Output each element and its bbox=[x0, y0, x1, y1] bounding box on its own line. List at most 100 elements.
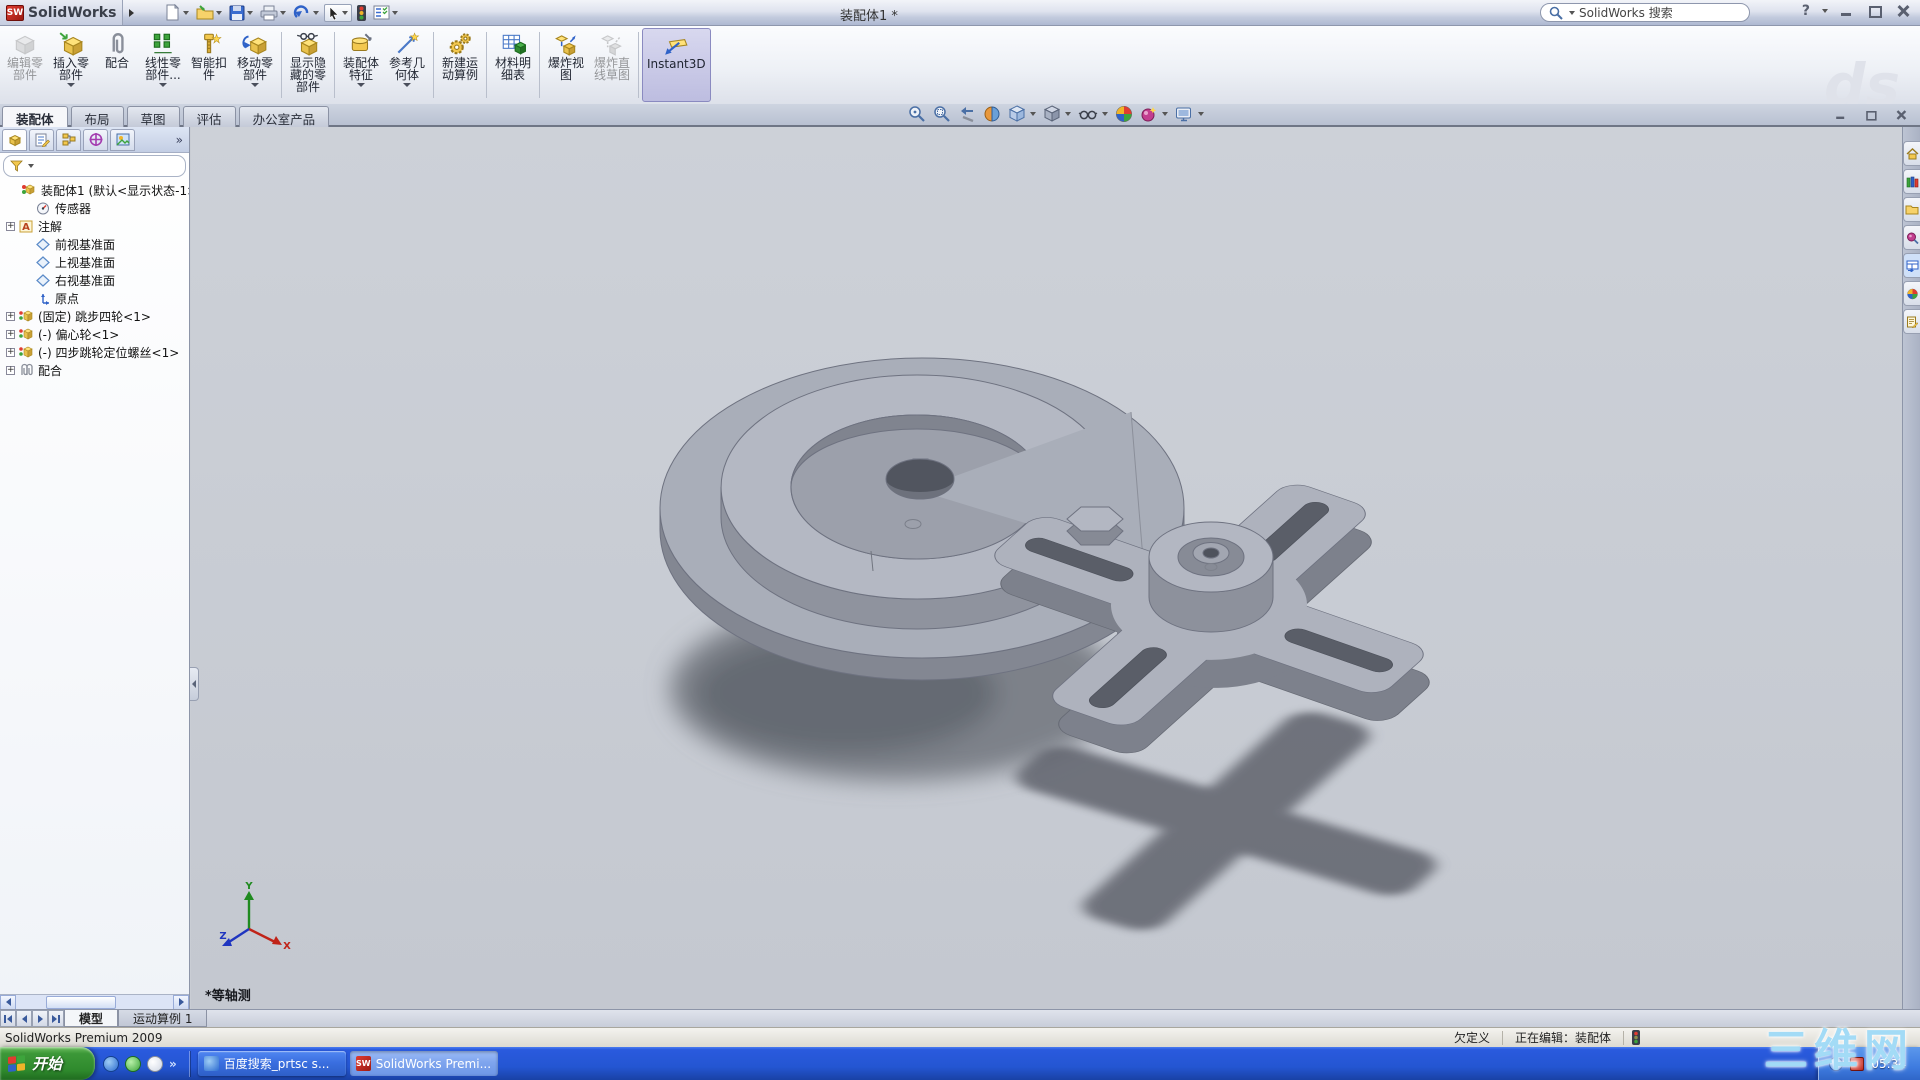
tree-item-origin[interactable]: 原点 bbox=[0, 289, 189, 307]
ribbon-mate-button[interactable]: 配合 bbox=[94, 28, 140, 102]
ribbon-reference-geometry-button[interactable]: 参考几何体 bbox=[384, 28, 430, 102]
tree-item-assembly-root[interactable]: 装配体1 (默认<显示状态-1>) bbox=[0, 181, 189, 199]
taskbar-item-solidworks[interactable]: SW SolidWorks Premi... bbox=[350, 1051, 498, 1076]
graphics-viewport[interactable]: Y X Z *等轴测 bbox=[191, 127, 1902, 1009]
section-view-button[interactable] bbox=[983, 105, 1001, 123]
new-file-dropdown-icon[interactable] bbox=[183, 11, 189, 15]
tray-app-icon[interactable] bbox=[1850, 1057, 1864, 1071]
undo-dropdown-icon[interactable] bbox=[313, 11, 319, 15]
search-scope-dropdown-icon[interactable] bbox=[1569, 11, 1575, 15]
ribbon-assembly-features-button[interactable]: 装配体特征 bbox=[338, 28, 384, 102]
ribbon-insert-component-button[interactable]: 插入零部件 bbox=[48, 28, 94, 102]
tab-evaluate[interactable]: 评估 bbox=[183, 106, 236, 127]
tree-item-mates[interactable]: + 配合 bbox=[0, 361, 189, 379]
expand-toggle[interactable]: + bbox=[6, 312, 15, 321]
display-style-button[interactable] bbox=[1043, 105, 1071, 123]
zoom-fit-button[interactable] bbox=[908, 105, 926, 123]
featuremanager-tab[interactable] bbox=[2, 129, 27, 151]
edit-appearance-dropdown-icon[interactable] bbox=[1162, 112, 1168, 116]
tray-messenger-icon[interactable] bbox=[1829, 1057, 1843, 1071]
tree-item-top-plane[interactable]: 上视基准面 bbox=[0, 253, 189, 271]
new-file-button[interactable] bbox=[162, 3, 191, 22]
print-button[interactable] bbox=[258, 4, 288, 22]
tree-horizontal-scrollbar[interactable] bbox=[0, 994, 189, 1009]
model-tab[interactable]: 模型 bbox=[64, 1010, 118, 1027]
ribbon-instant3d-button[interactable]: Instant3D bbox=[642, 28, 711, 102]
tree-item-right-plane[interactable]: 右视基准面 bbox=[0, 271, 189, 289]
open-file-button[interactable] bbox=[194, 4, 224, 22]
previous-tab-button[interactable] bbox=[16, 1010, 32, 1027]
filter-dropdown-icon[interactable] bbox=[28, 164, 34, 168]
last-tab-button[interactable] bbox=[48, 1010, 64, 1027]
tab-office-products[interactable]: 办公室产品 bbox=[239, 106, 330, 127]
panel-overflow-chevron[interactable]: » bbox=[176, 133, 187, 147]
ribbon-new-motion-study-button[interactable]: 新建运动算例 bbox=[437, 28, 483, 102]
tree-item-eccentric-wheel[interactable]: + (-) 偏心轮<1> bbox=[0, 325, 189, 343]
tree-item-locating-screw[interactable]: + (-) 四步跳轮定位螺丝<1> bbox=[0, 343, 189, 361]
linear-pattern-dropdown-icon[interactable] bbox=[159, 83, 167, 87]
tree-item-geneva-wheel[interactable]: + (固定) 跳步四轮<1> bbox=[0, 307, 189, 325]
propertymanager-tab[interactable] bbox=[29, 129, 54, 151]
ribbon-linear-pattern-button[interactable]: 线性零部件... bbox=[140, 28, 186, 102]
hide-show-items-button[interactable] bbox=[1078, 105, 1108, 123]
ribbon-show-hidden-button[interactable]: 显示隐藏的零部件 bbox=[285, 28, 331, 102]
search-input[interactable] bbox=[1579, 6, 1741, 20]
scroll-left-button[interactable] bbox=[0, 995, 16, 1010]
quick-launch-player-icon[interactable] bbox=[147, 1056, 163, 1072]
help-dropdown-icon[interactable] bbox=[1822, 9, 1828, 13]
solidworks-resources-button[interactable] bbox=[1903, 141, 1920, 166]
minimize-button[interactable] bbox=[1838, 4, 1856, 18]
custom-properties-button[interactable] bbox=[1903, 309, 1920, 334]
expand-toggle[interactable]: + bbox=[6, 348, 15, 357]
doc-close-button[interactable] bbox=[1894, 109, 1908, 120]
undo-button[interactable] bbox=[291, 4, 321, 22]
displaymanager-tab[interactable] bbox=[110, 129, 135, 151]
ribbon-move-component-button[interactable]: 移动零部件 bbox=[232, 28, 278, 102]
taskbar-item-baidu[interactable]: 百度搜索_prtsc s... bbox=[198, 1051, 346, 1076]
tab-assembly[interactable]: 装配体 bbox=[2, 106, 68, 128]
select-tool-button[interactable] bbox=[324, 4, 352, 22]
doc-restore-button[interactable] bbox=[1864, 109, 1878, 120]
assembly-features-dropdown-icon[interactable] bbox=[357, 83, 365, 87]
tree-item-front-plane[interactable]: 前视基准面 bbox=[0, 235, 189, 253]
solidworks-search-button[interactable] bbox=[1903, 225, 1920, 250]
expand-toggle[interactable]: + bbox=[6, 330, 15, 339]
search-box[interactable] bbox=[1540, 3, 1750, 22]
design-library-button[interactable] bbox=[1903, 169, 1920, 194]
edit-appearance-button[interactable] bbox=[1140, 105, 1168, 123]
save-dropdown-icon[interactable] bbox=[247, 11, 253, 15]
scroll-right-button[interactable] bbox=[173, 995, 189, 1010]
next-tab-button[interactable] bbox=[32, 1010, 48, 1027]
menu-expand-arrow-icon[interactable] bbox=[129, 9, 134, 17]
dimxpert-tab[interactable] bbox=[83, 129, 108, 151]
tab-sketch[interactable]: 草图 bbox=[127, 106, 180, 127]
tree-item-annotations[interactable]: + A 注解 bbox=[0, 217, 189, 235]
quick-launch-browser-icon[interactable] bbox=[103, 1056, 119, 1072]
panel-splitter-grip[interactable] bbox=[190, 667, 199, 701]
ribbon-exploded-view-button[interactable]: 爆炸视图 bbox=[543, 28, 589, 102]
close-button[interactable] bbox=[1894, 4, 1912, 18]
quick-launch-360-icon[interactable] bbox=[125, 1056, 141, 1072]
view-orientation-button[interactable] bbox=[1008, 105, 1036, 123]
save-button[interactable] bbox=[227, 4, 255, 22]
reference-geometry-dropdown-icon[interactable] bbox=[403, 83, 411, 87]
view-orientation-dropdown-icon[interactable] bbox=[1030, 112, 1036, 116]
display-style-dropdown-icon[interactable] bbox=[1065, 112, 1071, 116]
doc-minimize-button[interactable] bbox=[1834, 109, 1848, 120]
start-button[interactable]: 开始 bbox=[0, 1047, 95, 1080]
view-palette-button[interactable] bbox=[1903, 253, 1920, 278]
tree-filter-bar[interactable] bbox=[3, 155, 186, 177]
quick-launch-overflow-chevron[interactable]: » bbox=[169, 1057, 177, 1071]
apply-scene-button[interactable] bbox=[1115, 105, 1133, 123]
help-button[interactable]: ? bbox=[1802, 3, 1810, 19]
previous-view-button[interactable] bbox=[958, 105, 976, 123]
expand-toggle[interactable]: + bbox=[6, 222, 15, 231]
configurationmanager-tab[interactable] bbox=[56, 129, 81, 151]
print-dropdown-icon[interactable] bbox=[280, 11, 286, 15]
performance-button[interactable] bbox=[355, 4, 368, 22]
first-tab-button[interactable] bbox=[0, 1010, 16, 1027]
options-button[interactable] bbox=[371, 4, 400, 21]
status-traffic-light-icon[interactable] bbox=[1632, 1030, 1640, 1045]
open-file-dropdown-icon[interactable] bbox=[216, 11, 222, 15]
view-settings-dropdown-icon[interactable] bbox=[1198, 112, 1204, 116]
